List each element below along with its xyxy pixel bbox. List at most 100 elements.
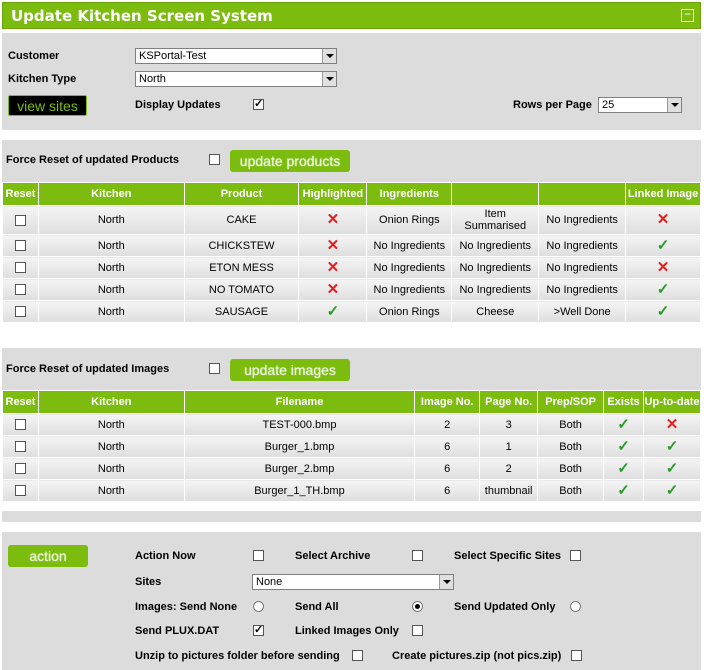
reset-checkbox[interactable] [14, 284, 26, 296]
customer-select[interactable]: KSPortal-Test [135, 48, 337, 64]
unzip-label: Unzip to pictures folder before sending [135, 650, 340, 662]
action-now-label: Action Now [135, 550, 196, 562]
images-header-cell: Exists [603, 390, 645, 414]
ingredient-cell: No Ingredients [451, 256, 540, 279]
reset-checkbox[interactable] [14, 214, 26, 226]
sites-label: Sites [135, 576, 162, 588]
highlighted-cell: ✕ [298, 234, 368, 257]
reset-cell [2, 300, 39, 323]
exists-cell: ✓ [603, 413, 645, 436]
image-no-cell: 6 [414, 479, 481, 502]
up-to-date-cell: ✕ [643, 413, 701, 436]
check-icon: ✓ [617, 481, 630, 499]
page-no-cell: 2 [479, 457, 539, 480]
table-row: North Burger_1_TH.bmp 6 thumbnail Both ✓ ✓ [2, 479, 701, 502]
kitchen-cell: North [37, 413, 185, 436]
page-title: Update Kitchen Screen System [11, 7, 273, 25]
products-table: Reset Kitchen Product Highlighted Ingredient… [2, 182, 701, 323]
exists-cell: ✓ [603, 435, 645, 458]
kitchen-cell: North [37, 256, 185, 279]
check-icon: ✓ [665, 437, 679, 455]
send-all-radio[interactable] [412, 601, 423, 612]
reset-checkbox[interactable] [14, 240, 26, 252]
chevron-down-icon [322, 49, 336, 63]
reset-checkbox[interactable] [14, 419, 26, 431]
images-header-cell: Filename [183, 390, 416, 414]
action-now-checkbox[interactable] [253, 550, 264, 561]
force-reset-images-checkbox[interactable] [209, 363, 220, 374]
exists-cell: ✓ [603, 457, 645, 480]
kitchen-cell: North [37, 457, 185, 480]
reset-checkbox[interactable] [14, 485, 26, 497]
force-reset-images-label: Force Reset of updated Images [6, 363, 170, 375]
reset-checkbox[interactable] [14, 463, 26, 475]
table-row: North TEST-000.bmp 2 3 Both ✓ ✕ [2, 413, 701, 436]
chevron-down-icon [322, 72, 336, 86]
ingredient-cell: Onion Rings [366, 300, 453, 323]
linked-image-cell: ✕ [625, 256, 701, 279]
products-header-cell: Product [183, 182, 300, 206]
ingredient-cell: No Ingredients [366, 256, 453, 279]
check-icon: ✓ [656, 236, 670, 254]
view-sites-button[interactable]: view sites [8, 95, 87, 116]
linked-image-cell: ✓ [625, 278, 701, 301]
kitchen-cell: North [37, 205, 185, 235]
reset-checkbox[interactable] [14, 306, 26, 318]
display-updates-label: Display Updates [135, 99, 221, 111]
ingredient-cell: Onion Rings [366, 205, 453, 235]
send-none-radio[interactable] [253, 601, 264, 612]
update-products-button[interactable]: update products [230, 150, 350, 172]
images-header-cell: Kitchen [37, 390, 185, 414]
ingredient-cell: No Ingredients [451, 278, 540, 301]
select-specific-sites-checkbox[interactable] [570, 550, 581, 561]
send-plux-label: Send PLUX.DAT [135, 625, 220, 637]
rows-per-page-value: 25 [602, 99, 615, 111]
highlighted-cell: ✕ [298, 205, 368, 235]
rows-per-page-select[interactable]: 25 [598, 97, 682, 113]
reset-cell [2, 205, 39, 235]
prep-sop-cell: Both [537, 479, 605, 502]
cross-icon: ✕ [665, 415, 679, 433]
table-row: North Burger_2.bmp 6 2 Both ✓ ✓ [2, 457, 701, 480]
select-archive-checkbox[interactable] [412, 550, 423, 561]
cross-icon: ✕ [326, 280, 340, 298]
collapse-icon[interactable]: − [681, 8, 694, 22]
send-updated-only-radio[interactable] [570, 601, 581, 612]
kitchen-cell: North [37, 435, 185, 458]
kitchen-type-select[interactable]: North [135, 71, 337, 87]
send-plux-checkbox[interactable] [253, 623, 264, 636]
sites-select[interactable]: None [252, 574, 454, 590]
reset-checkbox[interactable] [14, 441, 26, 453]
ingredient-cell: Cheese [451, 300, 540, 323]
force-reset-products-checkbox[interactable] [209, 154, 220, 165]
action-button[interactable]: action [8, 545, 88, 567]
reset-cell [2, 256, 39, 279]
products-header-cell: Reset [2, 182, 39, 206]
ingredient-cell: No Ingredients [366, 234, 453, 257]
unzip-checkbox[interactable] [352, 650, 363, 661]
create-zip-checkbox[interactable] [571, 650, 582, 661]
update-images-button[interactable]: update images [230, 359, 350, 381]
products-header-cell: Kitchen [37, 182, 185, 206]
kitchen-cell: North [37, 300, 185, 323]
products-header-cell: Linked Image [625, 182, 701, 206]
highlighted-cell: ✕ [298, 278, 368, 301]
reset-checkbox[interactable] [14, 262, 26, 274]
page-no-cell: 1 [479, 435, 539, 458]
linked-images-only-checkbox[interactable] [412, 625, 423, 636]
check-icon: ✓ [665, 481, 679, 499]
image-no-cell: 6 [414, 435, 481, 458]
images-table: Reset Kitchen Filename Image No. Page No. Pre… [2, 390, 701, 502]
kitchen-cell: North [37, 479, 185, 502]
reset-cell [2, 234, 39, 257]
ingredient-cell: No Ingredients [366, 278, 453, 301]
linked-image-cell: ✕ [625, 205, 701, 235]
spacer [2, 330, 701, 338]
filename-cell: Burger_1.bmp [183, 435, 416, 458]
display-updates-checkbox[interactable] [253, 97, 264, 110]
ingredient-cell: >Well Done [538, 300, 627, 323]
reset-cell [2, 457, 39, 480]
reset-cell [2, 413, 39, 436]
send-updated-only-label: Send Updated Only [454, 601, 556, 613]
ingredient-cell: No Ingredients [451, 234, 540, 257]
